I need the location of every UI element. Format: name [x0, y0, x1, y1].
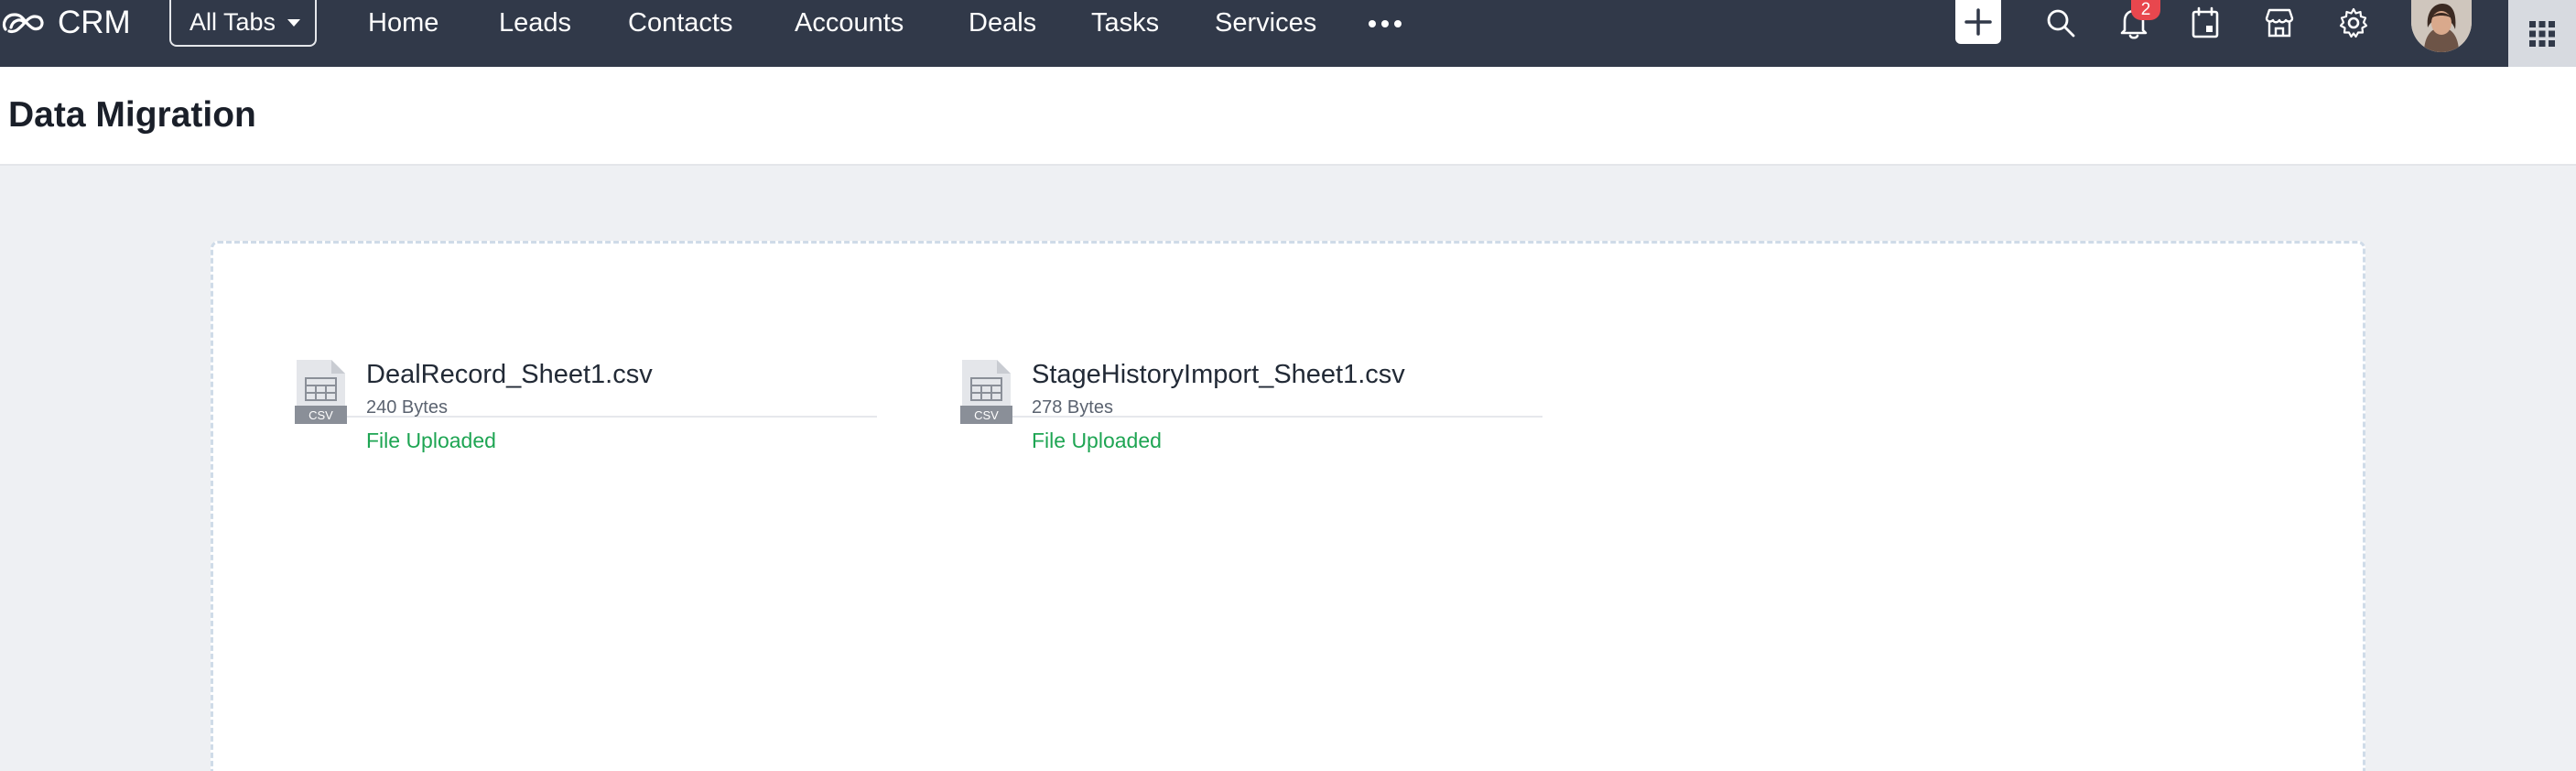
create-button[interactable] [1955, 0, 2001, 44]
all-tabs-label: All Tabs [189, 8, 276, 36]
file-size: 278 Bytes [1032, 397, 1113, 418]
crm-logo-icon [2, 13, 44, 34]
csv-file-icon: CSV [295, 360, 347, 424]
uploaded-file-item: CSV StageHistoryImport_Sheet1.csv 278 By… [960, 301, 1542, 452]
settings-button[interactable] [2332, 0, 2376, 46]
app-grid-icon [2529, 20, 2555, 47]
caret-down-icon [287, 19, 300, 27]
marketplace-button[interactable] [2257, 0, 2301, 46]
calendar-button[interactable] [2183, 0, 2227, 46]
search-button[interactable] [2039, 0, 2083, 46]
search-icon [2047, 9, 2075, 38]
plus-icon [1964, 8, 1992, 36]
avatar[interactable] [2411, 0, 2472, 52]
tab-services[interactable]: Services [1215, 6, 1316, 39]
tab-home[interactable]: Home [368, 6, 438, 39]
file-name: DealRecord_Sheet1.csv [366, 360, 653, 389]
svg-text:CSV: CSV [308, 408, 333, 422]
tab-leads[interactable]: Leads [499, 6, 571, 39]
tab-deals[interactable]: Deals [969, 6, 1036, 39]
page-title: Data Migration [8, 95, 256, 135]
uploaded-file-item: CSV DealRecord_Sheet1.csv 240 Bytes File… [295, 301, 877, 452]
file-upload-status: File Uploaded [1032, 429, 1162, 452]
more-horizontal-icon[interactable] [1369, 15, 1402, 33]
svg-text:CSV: CSV [974, 408, 999, 422]
user-photo [2411, 0, 2472, 52]
app-switcher-button[interactable] [2508, 0, 2576, 67]
marketplace-icon [2265, 8, 2294, 38]
file-name: StageHistoryImport_Sheet1.csv [1032, 360, 1405, 389]
tab-tasks[interactable]: Tasks [1091, 6, 1159, 39]
calendar-icon [2192, 6, 2219, 38]
all-tabs-dropdown[interactable]: All Tabs [169, 0, 317, 47]
file-upload-status: File Uploaded [366, 429, 496, 452]
page-header: Data Migration [0, 67, 2576, 166]
tab-accounts[interactable]: Accounts [795, 6, 904, 39]
notification-count-badge: 2 [2131, 0, 2160, 20]
file-upload-area[interactable]: CSV DealRecord_Sheet1.csv 240 Bytes File… [211, 241, 2365, 771]
gear-icon [2339, 7, 2368, 38]
brand-name: CRM [58, 5, 131, 40]
file-size: 240 Bytes [366, 397, 448, 418]
top-nav-bar: CRM All Tabs Home Leads Contacts Account… [0, 0, 2576, 67]
tab-contacts[interactable]: Contacts [628, 6, 732, 39]
csv-file-icon: CSV [960, 360, 1012, 424]
